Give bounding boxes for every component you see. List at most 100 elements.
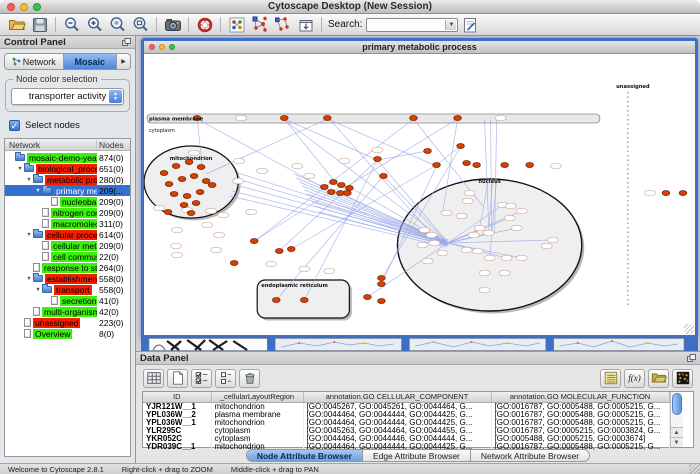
network-node[interactable]	[196, 190, 204, 195]
network-node[interactable]	[230, 261, 238, 266]
column-header[interactable]: ID	[143, 392, 211, 402]
table-row[interactable]: YLR295Ccytoplasm[GO:0045263, GO:0044464,…	[143, 427, 669, 435]
network-node[interactable]	[165, 182, 173, 187]
disclosure-triangle[interactable]: ▼	[16, 166, 24, 172]
disclosure-triangle[interactable]: ▼	[25, 232, 33, 238]
network-node[interactable]	[364, 295, 372, 300]
minimize-button[interactable]	[20, 3, 28, 11]
network-node[interactable]	[433, 163, 441, 168]
network-node[interactable]	[662, 191, 670, 196]
network-node-label[interactable]	[479, 270, 490, 276]
formula-builder-button[interactable]: f(x)	[624, 369, 645, 388]
network-node[interactable]	[378, 299, 386, 304]
tree-row[interactable]: ▼metabolic process280(0)	[5, 174, 130, 185]
network-node[interactable]	[160, 171, 168, 176]
float-panel-icon[interactable]	[687, 354, 696, 362]
zoom-button[interactable]	[169, 44, 175, 50]
network-node-label[interactable]	[516, 208, 527, 214]
tree-row[interactable]: multi-organism pro42(0)	[5, 306, 130, 317]
network-node[interactable]	[679, 191, 687, 196]
tree-row[interactable]: mosaic-demo-yeast874(0)	[5, 152, 130, 163]
float-panel-icon[interactable]	[122, 38, 131, 46]
network-node[interactable]	[378, 282, 386, 287]
network-node[interactable]	[374, 157, 382, 162]
network-node-label[interactable]	[461, 247, 472, 253]
network-node-label[interactable]	[419, 227, 430, 233]
zoom-selected-button[interactable]	[106, 15, 129, 34]
network-node-label[interactable]	[499, 270, 510, 276]
help-button[interactable]	[193, 15, 216, 34]
network-node-label[interactable]	[246, 209, 257, 215]
unselect-attributes-button[interactable]	[215, 369, 236, 388]
network-node-label[interactable]	[292, 163, 303, 169]
network-node-label[interactable]	[456, 213, 467, 219]
network-node[interactable]	[321, 185, 329, 190]
network-node[interactable]	[337, 191, 345, 196]
disclosure-triangle[interactable]: ▼	[34, 188, 42, 194]
disclosure-triangle[interactable]: ▼	[34, 287, 42, 293]
vizmap-button-2[interactable]	[271, 15, 294, 34]
column-header[interactable]: annotation.GO CELLULAR_COMPONENT	[303, 392, 491, 402]
tree-row[interactable]: ▼establishment of lo558(0)	[5, 273, 130, 284]
network-node[interactable]	[463, 161, 471, 166]
network-node-label[interactable]	[644, 190, 655, 196]
open-file-button[interactable]	[5, 15, 28, 34]
network-node[interactable]	[346, 186, 354, 191]
network-node-label[interactable]	[501, 255, 512, 261]
network-node[interactable]	[170, 192, 178, 197]
plasma-membrane-region[interactable]	[147, 114, 600, 123]
network-node-label[interactable]	[171, 243, 182, 249]
matrix-view-button[interactable]	[672, 369, 693, 388]
attribute-list-button[interactable]	[600, 369, 621, 388]
vizmap-button-1[interactable]	[248, 15, 271, 34]
network-node-label[interactable]	[206, 208, 217, 214]
tab-mosaic[interactable]: Mosaic	[64, 54, 117, 69]
table-row[interactable]: YPL036W__1mitochondrion[GO:0044464, GO:0…	[143, 419, 669, 427]
scroll-down-arrow[interactable]: ▼	[671, 437, 683, 447]
annotation-button[interactable]	[294, 15, 317, 34]
network-node[interactable]	[250, 239, 258, 244]
scrollbar-thumb[interactable]	[672, 393, 682, 415]
zoom-out-button[interactable]	[60, 15, 83, 34]
network-node-label[interactable]	[417, 242, 428, 248]
column-header[interactable]: _cellularLayoutRegion	[211, 392, 303, 402]
disclosure-triangle[interactable]: ▼	[25, 276, 33, 282]
network-node-label[interactable]	[541, 243, 552, 249]
network-node-label[interactable]	[441, 210, 452, 216]
network-canvas[interactable]: plasma membranecytoplasmmitochondrionnuc…	[144, 54, 695, 335]
network-node[interactable]	[208, 183, 216, 188]
network-node[interactable]	[180, 203, 188, 208]
tree-column-nodes[interactable]: Nodes	[97, 140, 130, 150]
network-node[interactable]	[272, 298, 280, 303]
zoom-in-button[interactable]	[83, 15, 106, 34]
network-node-label[interactable]	[339, 158, 350, 164]
network-node[interactable]	[164, 210, 172, 215]
table-row[interactable]: YKR052Ccytoplasm[GO:0044464, GO:0044446,…	[143, 435, 669, 443]
tree-row[interactable]: unassigned223(0)	[5, 317, 130, 328]
search-input[interactable]	[369, 19, 447, 31]
import-attributes-button[interactable]	[648, 369, 669, 388]
attribute-editor-button[interactable]	[458, 15, 481, 34]
network-node[interactable]	[202, 179, 210, 184]
node-color-dropdown[interactable]: transporter activity ▲▼	[11, 88, 124, 105]
network-node-label[interactable]	[372, 147, 383, 153]
network-node[interactable]	[424, 149, 432, 154]
network-node-label[interactable]	[472, 248, 483, 254]
network-node[interactable]	[187, 211, 195, 216]
tree-row[interactable]: macromolecule311(0)	[5, 218, 130, 229]
network-node[interactable]	[190, 174, 198, 179]
network-node[interactable]	[192, 201, 200, 206]
table-scrollbar[interactable]: ▲ ▼	[670, 392, 683, 447]
tree-row[interactable]: nitrogen compo209(0)	[5, 207, 130, 218]
close-button[interactable]	[7, 3, 15, 11]
network-node[interactable]	[172, 164, 180, 169]
network-node-label[interactable]	[257, 168, 268, 174]
tree-row[interactable]: ▼biological_process651(0)	[5, 163, 130, 174]
network-node-label[interactable]	[547, 237, 558, 243]
network-node-label[interactable]	[299, 266, 310, 272]
network-node-label[interactable]	[422, 258, 433, 264]
network-node-label[interactable]	[211, 247, 222, 253]
network-node-label[interactable]	[324, 268, 335, 274]
snapshot-button[interactable]	[161, 15, 184, 34]
attribute-matrix-button[interactable]	[143, 369, 164, 388]
